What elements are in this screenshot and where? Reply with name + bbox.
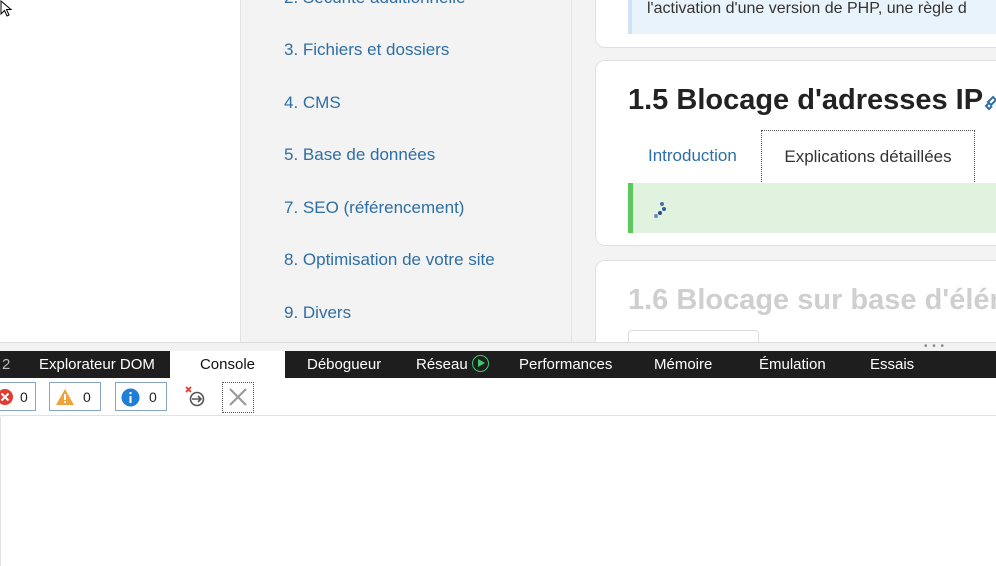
tab-debogueur[interactable]: Débogueur <box>307 351 381 378</box>
clear-on-navigate-icon <box>185 386 205 407</box>
article-content: l'activation d'une version de PHP, une r… <box>572 0 996 342</box>
console-output[interactable] <box>0 417 996 566</box>
clear-on-navigate-button[interactable] <box>181 382 213 413</box>
next-section-tab-box <box>628 330 759 342</box>
tab-reseau-label: Réseau <box>416 356 468 373</box>
tab-cut-off[interactable]: 2 <box>2 351 10 378</box>
loading-spinner-icon <box>654 202 666 218</box>
tab-reseau[interactable]: Réseau <box>416 351 489 378</box>
next-section-title: 1.6 Blocage sur base d'élém <box>628 284 996 316</box>
close-icon <box>229 388 247 406</box>
loading-panel <box>628 183 996 233</box>
info-icon <box>121 388 140 407</box>
warnings-count: 0 <box>83 389 91 405</box>
left-margin <box>0 0 240 342</box>
tab-explorateur-dom[interactable]: Explorateur DOM <box>39 351 155 378</box>
mouse-cursor-icon <box>0 0 13 17</box>
console-toolbar: 0 0 0 <box>0 378 996 416</box>
tab-essais[interactable]: Essais <box>870 351 914 378</box>
messages-filter-button[interactable]: 0 <box>115 382 167 411</box>
splitter-grip-icon[interactable]: • • • <box>924 342 945 352</box>
devtools-tab-bar: 2 Explorateur DOM Console Débogueur Rése… <box>0 351 996 378</box>
toc-item-securite[interactable]: 2. Sécurité additionnelle <box>284 0 465 8</box>
tab-performances[interactable]: Performances <box>519 351 612 378</box>
tab-memoire[interactable]: Mémoire <box>654 351 712 378</box>
toc-item-base-de-donnees[interactable]: 5. Base de données <box>284 145 435 165</box>
tab-explications-detaillees[interactable]: Explications détaillées <box>761 130 975 182</box>
tab-introduction[interactable]: Introduction <box>648 130 737 182</box>
warnings-filter-button[interactable]: 0 <box>49 382 101 411</box>
section-title: 1.5 Blocage d'adresses IP <box>628 84 984 116</box>
errors-filter-button[interactable]: 0 <box>0 382 36 411</box>
info-note-text: l'activation d'une version de PHP, une r… <box>647 0 967 17</box>
messages-count: 0 <box>149 389 157 405</box>
toc-item-cms[interactable]: 4. CMS <box>284 93 341 113</box>
clear-console-button[interactable] <box>222 382 254 413</box>
table-of-contents: 2. Sécurité additionnelle 3. Fichiers et… <box>240 0 572 342</box>
tab-console[interactable]: Console <box>170 351 285 378</box>
toc-item-optimisation[interactable]: 8. Optimisation de votre site <box>284 250 495 270</box>
toc-item-fichiers[interactable]: 3. Fichiers et dossiers <box>284 40 449 60</box>
warning-icon <box>56 389 74 405</box>
errors-count: 0 <box>20 389 28 405</box>
toc-item-divers[interactable]: 9. Divers <box>284 303 351 323</box>
anchor-link-icon[interactable] <box>984 95 996 113</box>
tab-emulation[interactable]: Émulation <box>759 351 826 378</box>
toc-item-seo[interactable]: 7. SEO (référencement) <box>284 198 464 218</box>
error-icon <box>0 389 13 405</box>
devtools-splitter[interactable] <box>0 342 996 351</box>
browser-page: 2. Sécurité additionnelle 3. Fichiers et… <box>0 0 996 342</box>
play-icon <box>471 355 489 372</box>
